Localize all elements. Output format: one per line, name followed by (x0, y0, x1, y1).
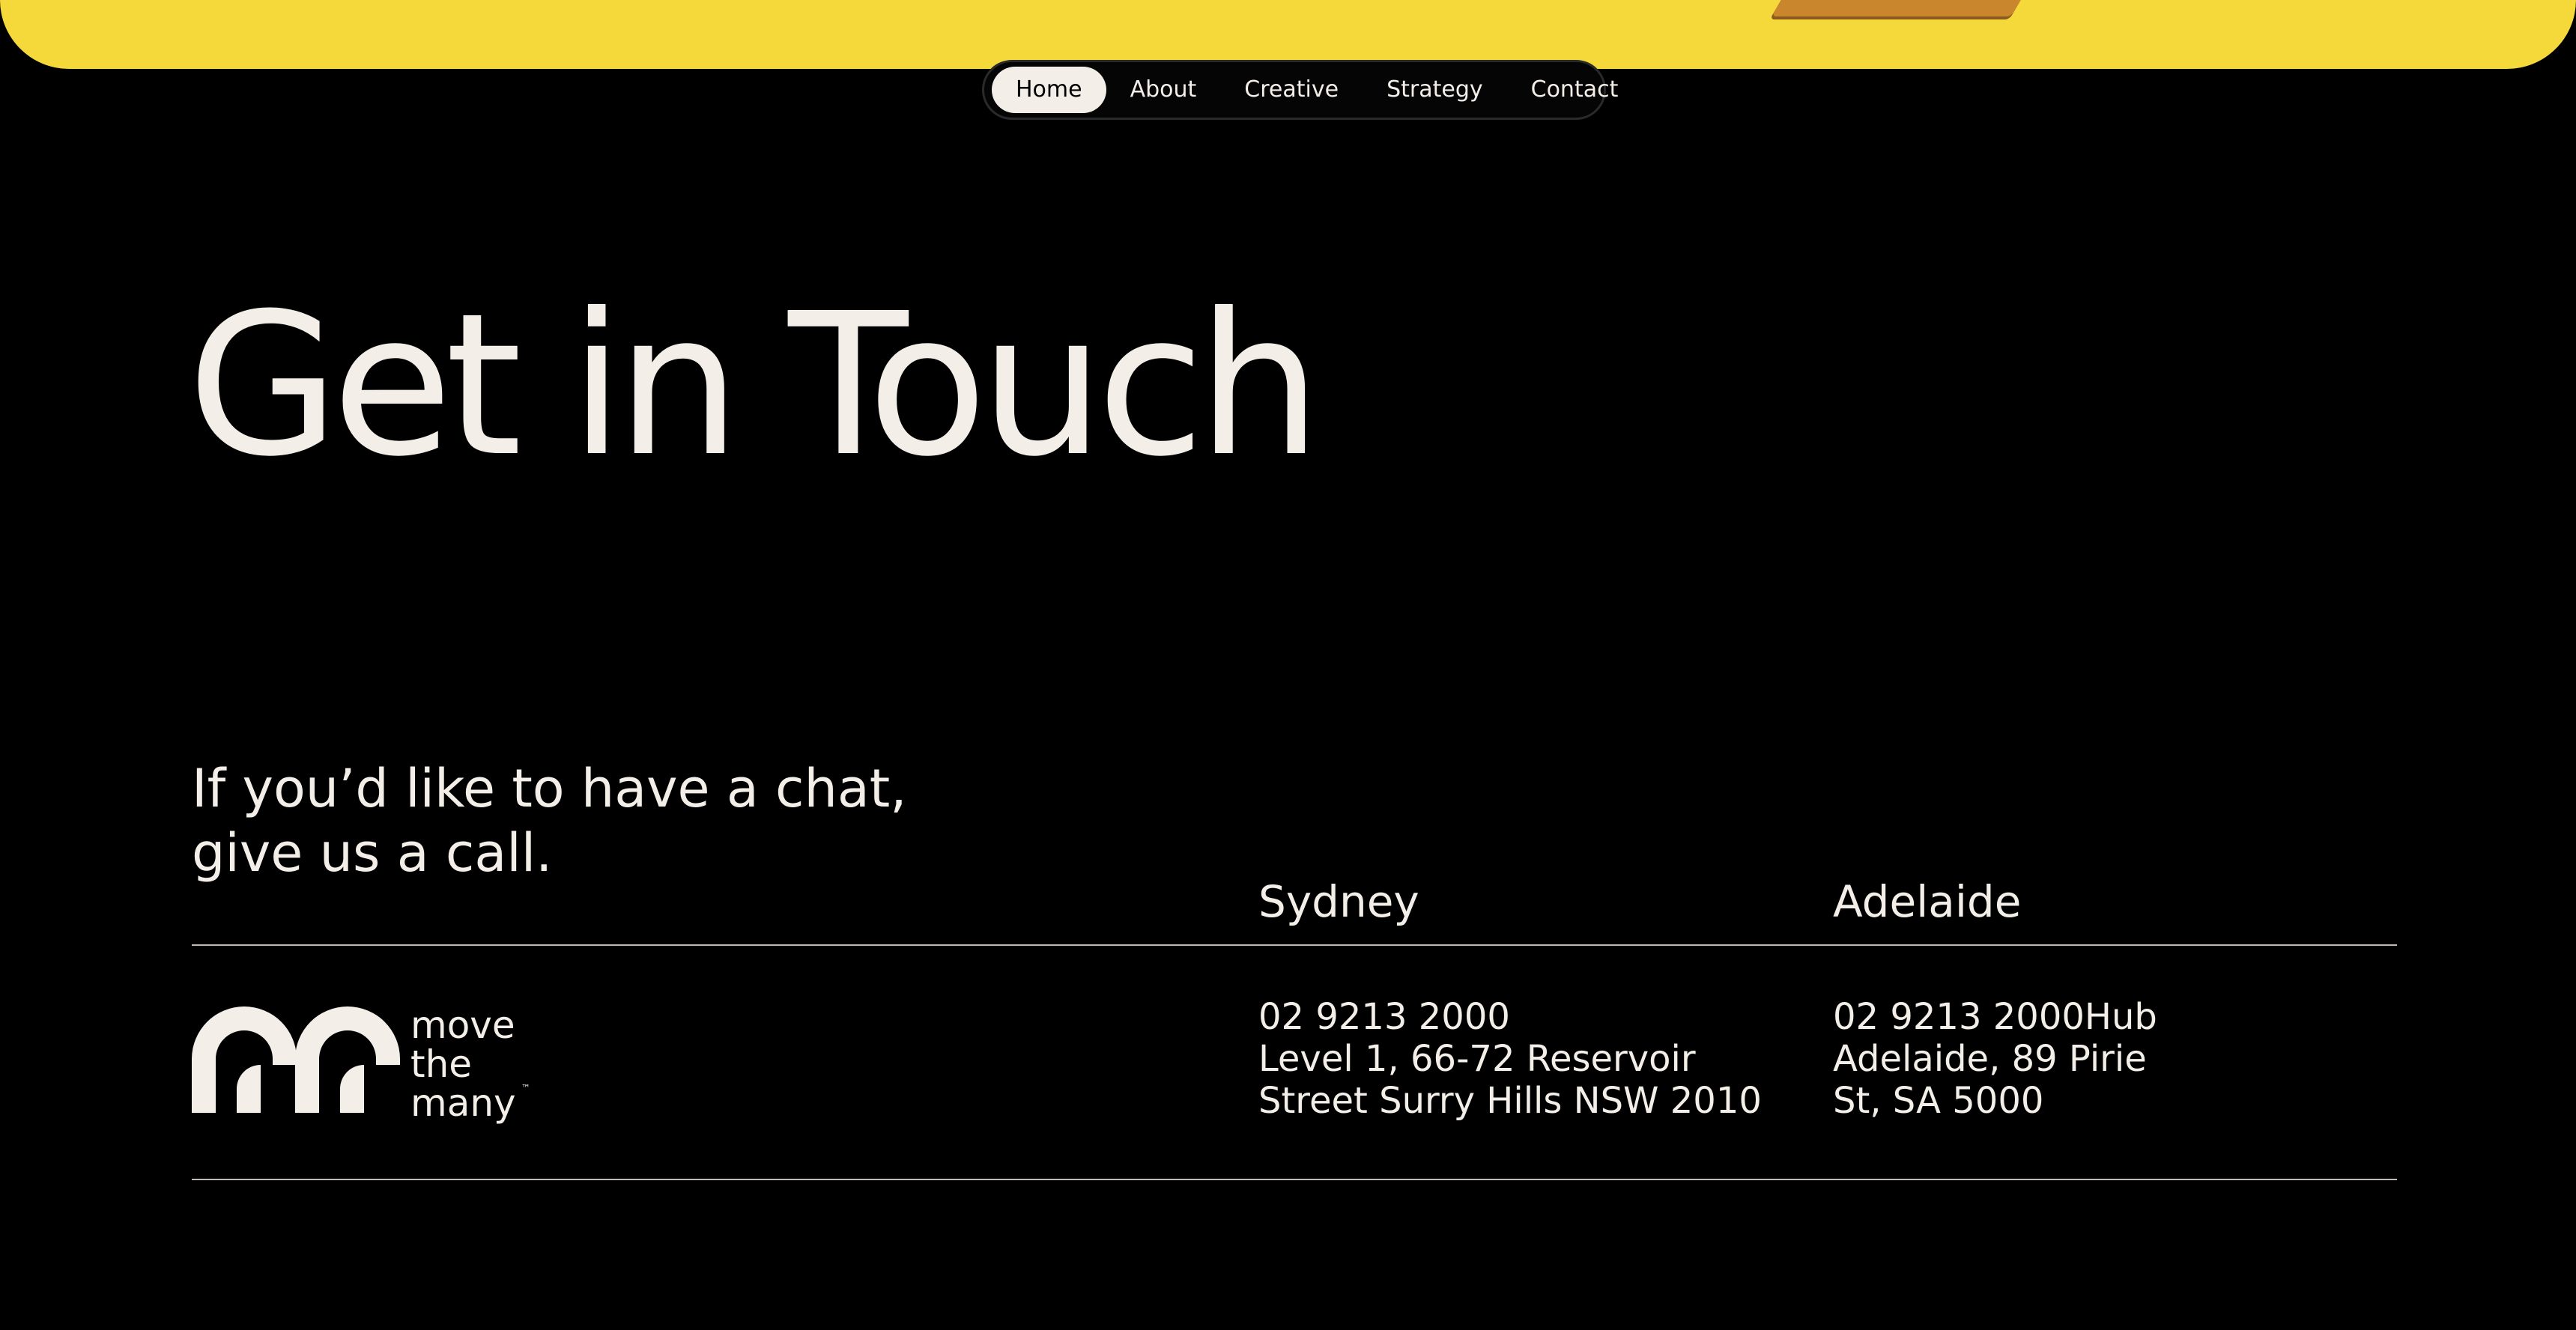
hero-banner (0, 0, 2576, 69)
nav-item-contact[interactable]: Contact (1507, 67, 1643, 113)
hero-object-image (1771, 0, 2034, 16)
adelaide-address-line-3: St, SA 5000 (1833, 1080, 2044, 1122)
sydney-details: 02 9213 2000 Level 1, 66-72 Reservoir St… (1258, 996, 1762, 1122)
mtm-monogram-icon (192, 1006, 400, 1113)
divider-top (192, 944, 2397, 946)
divider-bottom (192, 1179, 2397, 1180)
intro-line-2: give us a call. (192, 822, 553, 884)
adelaide-phone-line[interactable]: 02 9213 2000Hub (1833, 996, 2157, 1038)
nav-item-about[interactable]: About (1106, 67, 1221, 113)
page-title: Get in Touch (187, 271, 1321, 499)
sydney-heading: Sydney (1258, 876, 1419, 927)
sydney-address-line-1: Level 1, 66-72 Reservoir (1258, 1038, 1696, 1080)
logo[interactable]: move the many ™ (192, 1006, 544, 1126)
adelaide-heading: Adelaide (1833, 876, 2022, 927)
nav-item-strategy[interactable]: Strategy (1363, 67, 1507, 113)
adelaide-address-line-2: Adelaide, 89 Pirie (1833, 1038, 2147, 1080)
logo-trademark: ™ (521, 1083, 530, 1093)
sydney-address-line-2: Street Surry Hills NSW 2010 (1258, 1080, 1762, 1122)
nav-item-home[interactable]: Home (992, 67, 1106, 113)
logo-word-move: move (410, 1003, 515, 1047)
main-nav: Home About Creative Strategy Contact (982, 60, 1618, 120)
sydney-phone[interactable]: 02 9213 2000 (1258, 996, 1762, 1038)
logo-word-the: the (410, 1042, 473, 1086)
intro-text: If you’d like to have a chat, give us a … (192, 756, 941, 885)
adelaide-details: 02 9213 2000Hub Adelaide, 89 Pirie St, S… (1833, 996, 2157, 1122)
nav-item-creative[interactable]: Creative (1220, 67, 1363, 113)
logo-word-many: many (410, 1081, 516, 1125)
intro-line-1: If you’d like to have a chat, (192, 758, 907, 819)
